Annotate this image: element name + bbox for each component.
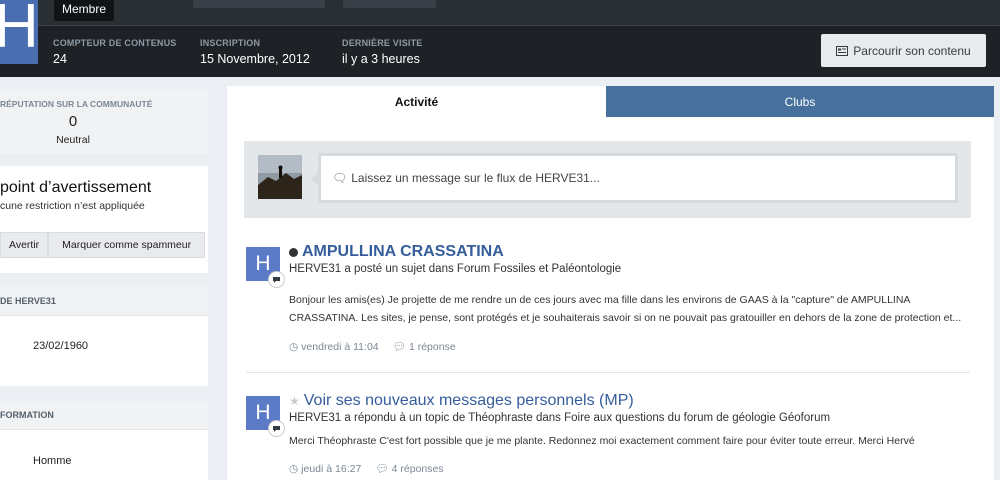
- birthday-value: 23/02/1960: [33, 340, 89, 352]
- profile-header-top: [0, 0, 1000, 25]
- warn-button[interactable]: Avertir: [0, 232, 49, 258]
- unread-dot-icon: [289, 247, 298, 257]
- header-tab-ghost[interactable]: [193, 0, 325, 8]
- warning-card: point d’avertissement cune restriction n…: [0, 166, 208, 273]
- stat-label: COMPTEUR DE CONTENUS: [53, 38, 177, 48]
- post-meta[interactable]: HERVE31 a posté un sujet dans Forum Foss…: [289, 263, 621, 275]
- composer-avatar: [258, 155, 302, 199]
- activity-item: H AMPULLINA CRASSATINA HERVE31 a posté u…: [246, 243, 970, 357]
- comments-icon: [269, 272, 284, 287]
- feed-divider: [246, 372, 970, 373]
- stat-label: INSCRIPTION: [200, 38, 261, 48]
- info-heading: FORMATION: [0, 401, 208, 430]
- profile-main: Activité Clubs 🗨︎ Laissez un message sur…: [227, 86, 994, 480]
- stat-joined: INSCRIPTION 15 Novembre, 2012: [200, 38, 310, 66]
- post-title-link[interactable]: AMPULLINA CRASSATINA: [289, 243, 504, 261]
- avatar-letter: H: [0, 0, 38, 61]
- post-title-link[interactable]: ★ Voir ses nouveaux messages personnels …: [289, 392, 634, 410]
- landscape-photo-icon: [258, 155, 302, 199]
- browse-content-label: Parcourir son contenu: [853, 43, 971, 58]
- comment-icon: 💬︎: [375, 463, 389, 475]
- activity-item: H ★ Voir ses nouveaux messages personnel…: [246, 392, 970, 480]
- status-message-input[interactable]: 🗨︎ Laissez un message sur le flux de HER…: [311, 153, 958, 203]
- stat-value: 15 Novembre, 2012: [200, 52, 310, 66]
- post-avatar[interactable]: H: [246, 247, 284, 287]
- post-footer: ◷ jeudi à 16:27 💬︎ 4 réponses: [289, 462, 444, 476]
- post-replies-text: 1 réponse: [408, 340, 456, 353]
- info-card: FORMATION Homme: [0, 401, 208, 480]
- warning-subtitle: cune restriction n’est appliquée: [0, 200, 145, 212]
- post-meta[interactable]: HERVE31 a répondu à un topic de Théophra…: [289, 412, 830, 424]
- gender-value: Homme: [33, 455, 72, 467]
- tab-activity[interactable]: Activité: [227, 86, 606, 117]
- about-card: DE HERVE31 23/02/1960: [0, 287, 208, 386]
- post-footer: ◷ vendredi à 11:04 💬︎ 1 réponse: [289, 340, 456, 354]
- post-time: ◷ vendredi à 11:04: [289, 340, 379, 353]
- content-list-icon: [836, 45, 849, 56]
- comment-icon: 💬︎: [392, 341, 406, 353]
- status-composer: 🗨︎ Laissez un message sur le flux de HER…: [244, 141, 971, 218]
- post-replies[interactable]: 💬︎ 1 réponse: [392, 340, 456, 354]
- stat-content-count: COMPTEUR DE CONTENUS 24: [53, 38, 177, 66]
- post-snippet: Bonjour les amis(es) Je projette de me r…: [289, 294, 962, 324]
- reputation-card: RÉPUTATION SUR LA COMMUNAUTÉ 0 Neutral: [0, 89, 208, 154]
- role-badge: Membre: [54, 0, 115, 21]
- post-replies[interactable]: 💬︎ 4 réponses: [375, 462, 444, 476]
- comments-icon: [269, 421, 284, 436]
- post-time: ◷ jeudi à 16:27: [289, 462, 361, 475]
- stat-value: il y a 3 heures: [342, 52, 420, 66]
- header-tab-ghost[interactable]: [343, 0, 436, 8]
- clock-icon: ◷: [289, 340, 299, 353]
- reputation-label: RÉPUTATION SUR LA COMMUNAUTÉ: [0, 99, 153, 109]
- about-heading: DE HERVE31: [0, 287, 208, 316]
- profile-avatar[interactable]: H: [0, 0, 38, 64]
- post-title: Voir ses nouveaux messages personnels (M…: [303, 392, 634, 409]
- stat-label: DERNIÈRE VISITE: [342, 38, 423, 48]
- post-avatar[interactable]: H: [246, 396, 284, 436]
- composer-placeholder: Laissez un message sur le flux de HERVE3…: [351, 171, 600, 185]
- post-replies-text: 4 réponses: [391, 462, 444, 475]
- avatar-letter: H: [255, 401, 271, 424]
- avatar-letter: H: [255, 252, 271, 275]
- post-time-text: vendredi à 11:04: [301, 340, 379, 353]
- post-time-text: jeudi à 16:27: [301, 462, 362, 475]
- post-snippet: Merci Théophraste C'est fort possible qu…: [289, 435, 915, 447]
- stat-last-visit: DERNIÈRE VISITE il y a 3 heures: [342, 38, 423, 66]
- post-title: AMPULLINA CRASSATINA: [302, 243, 504, 260]
- reputation-status: Neutral: [56, 134, 90, 146]
- clock-icon: ◷: [289, 462, 299, 475]
- tab-clubs[interactable]: Clubs: [606, 86, 994, 117]
- warning-actions: Avertir Marquer comme spammeur: [0, 232, 206, 258]
- mark-spammer-button[interactable]: Marquer comme spammeur: [48, 232, 206, 258]
- warning-title: point d’avertissement: [0, 179, 152, 196]
- browse-content-button[interactable]: Parcourir son contenu: [821, 34, 986, 67]
- speech-bubble-icon: 🗨︎: [332, 171, 348, 185]
- stat-value: 24: [53, 52, 67, 66]
- reputation-value: 0: [68, 113, 78, 130]
- profile-tabs: Activité Clubs: [227, 86, 994, 117]
- star-icon: ★: [289, 394, 300, 408]
